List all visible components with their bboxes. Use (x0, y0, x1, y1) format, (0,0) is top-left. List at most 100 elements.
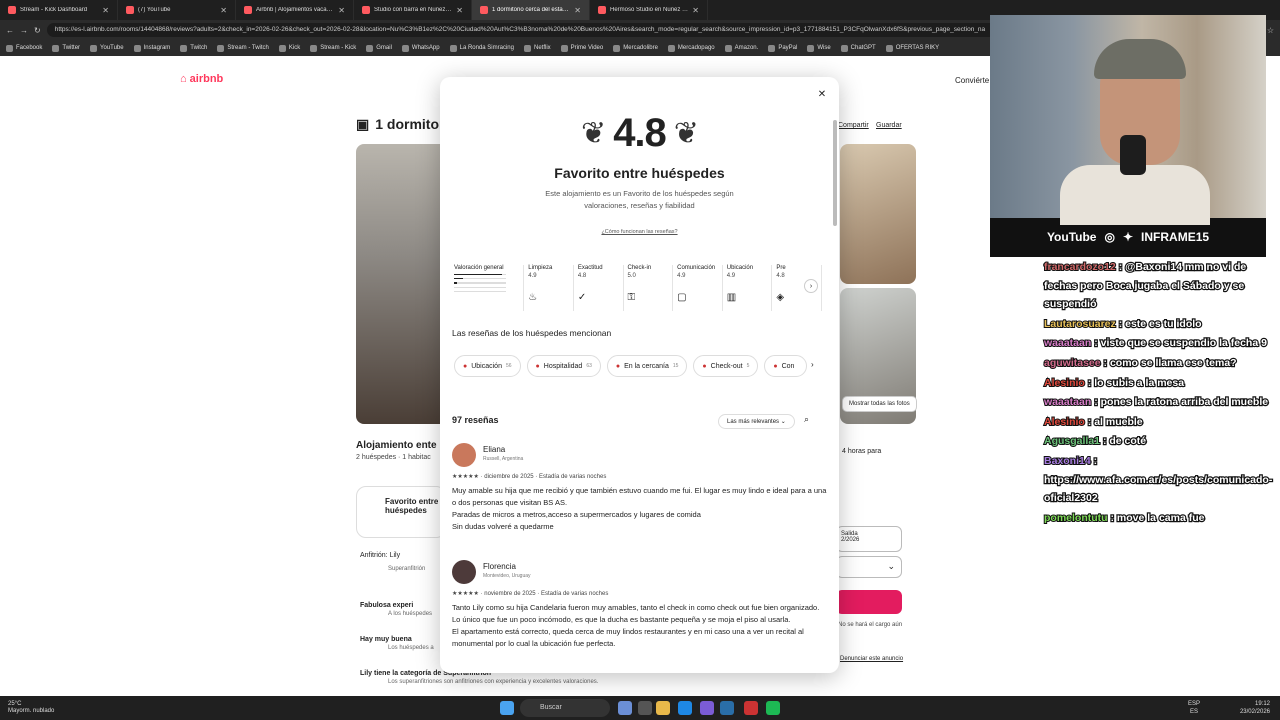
edge-icon[interactable] (678, 701, 692, 715)
bookmark-item[interactable]: Mercadolibre (613, 44, 658, 52)
bookmark-item[interactable]: PayPal (768, 44, 797, 52)
reviews-count: 97 reseñas (452, 415, 499, 425)
checkout-date-field[interactable]: Salida 2/2026 (836, 526, 902, 552)
mention-chip[interactable]: ● Hospitalidad 63 (526, 355, 601, 377)
listing-photo-2[interactable] (840, 144, 916, 284)
airbnb-logo[interactable]: ⌂ airbnb (180, 73, 223, 85)
chat-message: Alesinio : lo subis a la mesa (1043, 375, 1185, 389)
bookmark-item[interactable]: Gmail (366, 44, 392, 52)
bookmark-item[interactable]: Twitter (52, 44, 80, 52)
bookmark-icon (310, 44, 318, 52)
browser-tab[interactable]: Stream - Kick Dashboard ✕ (0, 0, 118, 20)
bookmark-icon (6, 44, 13, 52)
avatar[interactable] (452, 443, 476, 467)
discord-icon[interactable] (700, 701, 714, 715)
price-note: 4 horas para (842, 448, 882, 455)
avatar[interactable] (452, 560, 476, 584)
mention-chip[interactable]: ● En la cercanía 15 (606, 355, 688, 377)
widgets-icon[interactable] (638, 701, 652, 715)
guest-favorite-description: Este alojamiento es un Favorito de los h… (545, 189, 734, 210)
browser-tab[interactable]: Airbnb | Alojamientos vacacionales✕ (236, 0, 354, 20)
obs-icon[interactable] (744, 701, 758, 715)
sort-dropdown[interactable]: Las más relevantes ⌄ (718, 414, 795, 429)
spotify-icon[interactable] (766, 701, 780, 715)
clock[interactable]: 19:12 23/02/2026 (1240, 700, 1270, 716)
chat-message: pomelontutu : move la cama fue (1043, 511, 1206, 525)
browser-tab[interactable]: Hermoso Studio en Nuñez - Apart✕ (590, 0, 708, 20)
bookmark-icon (560, 44, 568, 52)
close-tab-icon[interactable]: ✕ (692, 6, 699, 15)
task-view-icon[interactable] (618, 701, 632, 715)
taskbar-search[interactable]: Buscar (520, 699, 610, 717)
mentions-title: Las reseñas de los huéspedes mencionan (452, 328, 612, 338)
reserve-button[interactable] (836, 590, 902, 614)
search-icon[interactable]: ⌕ (804, 414, 809, 425)
weather-widget[interactable]: 25°C Mayorm. nublado (8, 701, 54, 715)
reload-icon[interactable]: ↻ (34, 26, 41, 35)
browser-tab[interactable]: Studio con barra en Nuñez p/ 2 p✕ (354, 0, 472, 20)
guest-favorite-box[interactable]: Favorito entre huéspedes (356, 486, 446, 538)
mention-chip[interactable]: ● Check-out 5 (693, 355, 759, 377)
bookmark-item[interactable]: Twitch (180, 44, 207, 52)
translate-icon: ▣ (356, 116, 370, 132)
save-button[interactable]: Guardar (876, 122, 902, 129)
language-indicator[interactable]: ESP ES (1188, 700, 1200, 716)
chat-message: Lautarosuarez : este es tu idolo (1043, 317, 1203, 331)
bookmark-item[interactable]: Wise (807, 44, 831, 52)
close-tab-icon[interactable]: ✕ (574, 6, 581, 15)
start-icon[interactable] (500, 701, 514, 715)
guests-select[interactable]: ⌄ (836, 556, 902, 578)
bookmark-item[interactable]: Netflix (523, 44, 551, 52)
close-icon[interactable]: ✕ (815, 88, 829, 102)
close-tab-icon[interactable]: ✕ (338, 6, 345, 15)
bookmark-icon (768, 44, 776, 52)
rating-distribution (454, 274, 523, 292)
bookmark-icon (840, 44, 848, 52)
bookmark-item[interactable]: YouTube (90, 44, 124, 52)
chat-icon: ▢ (677, 292, 687, 303)
share-button[interactable]: Compartir (838, 122, 869, 129)
bookmark-item[interactable]: ChatGPT (840, 44, 876, 52)
file-explorer-icon[interactable] (656, 701, 670, 715)
steam-icon[interactable] (720, 701, 734, 715)
mention-chip[interactable]: ● Ubicación 56 (454, 355, 521, 377)
forward-icon[interactable]: → (20, 26, 28, 35)
feature-1: Fabulosa experi A los huéspedes (360, 602, 433, 617)
become-host-link[interactable]: Conviérte (955, 76, 989, 85)
chips-next-icon[interactable]: › (811, 360, 814, 369)
report-listing-link[interactable]: Denunciar este anuncio (840, 656, 903, 662)
bookmark-icon (401, 44, 409, 52)
how-reviews-work-link[interactable]: ¿Cómo funcionan las reseñas? (440, 229, 839, 235)
bookmark-item[interactable]: Stream - Twitch (217, 44, 269, 52)
airbnb-logo-icon: ⌂ (180, 73, 187, 85)
bookmark-item[interactable]: Prime Video (560, 44, 603, 52)
close-tab-icon[interactable]: ✕ (220, 6, 227, 15)
bookmark-item[interactable]: Stream - Kick (310, 44, 356, 52)
bookmark-item[interactable]: OFERTAS RIKY (885, 44, 939, 52)
browser-tab[interactable]: (7) YouTube ✕ (118, 0, 236, 20)
guest-favorite-title: Favorito entre huéspedes (554, 165, 725, 181)
close-tab-icon[interactable]: ✕ (456, 6, 463, 15)
bookmark-item[interactable]: Kick (278, 44, 300, 52)
bookmark-item[interactable]: La Ronda Simracing (449, 44, 514, 52)
browser-tab[interactable]: 1 dormitorio cerca del estadio Riv✕ (472, 0, 590, 20)
star-icon[interactable]: ☆ (1267, 26, 1274, 35)
bookmark-icon (180, 44, 188, 52)
bookmark-icon (217, 44, 225, 52)
categories-next-button[interactable]: › (804, 279, 818, 293)
bookmark-item[interactable]: WhatsApp (401, 44, 440, 52)
bookmark-item[interactable]: Amazon. (724, 44, 758, 52)
bookmark-item[interactable]: Mercadopago (667, 44, 715, 52)
bookmark-icon (807, 44, 815, 52)
close-tab-icon[interactable]: ✕ (102, 6, 109, 15)
show-all-photos-button[interactable]: Mostrar todas las fotos (842, 396, 917, 412)
bookmark-icon (366, 44, 374, 52)
back-icon[interactable]: ← (6, 26, 14, 35)
bookmark-item[interactable]: Facebook (6, 44, 42, 52)
mention-icon: ● (535, 362, 540, 370)
bookmark-item[interactable]: Instagram (133, 44, 170, 52)
youtube-label: YouTube (1046, 230, 1097, 244)
key-icon: ⚿ (627, 292, 636, 303)
modal-scrollbar[interactable] (833, 120, 837, 226)
mention-chip[interactable]: ● Con (764, 355, 808, 377)
